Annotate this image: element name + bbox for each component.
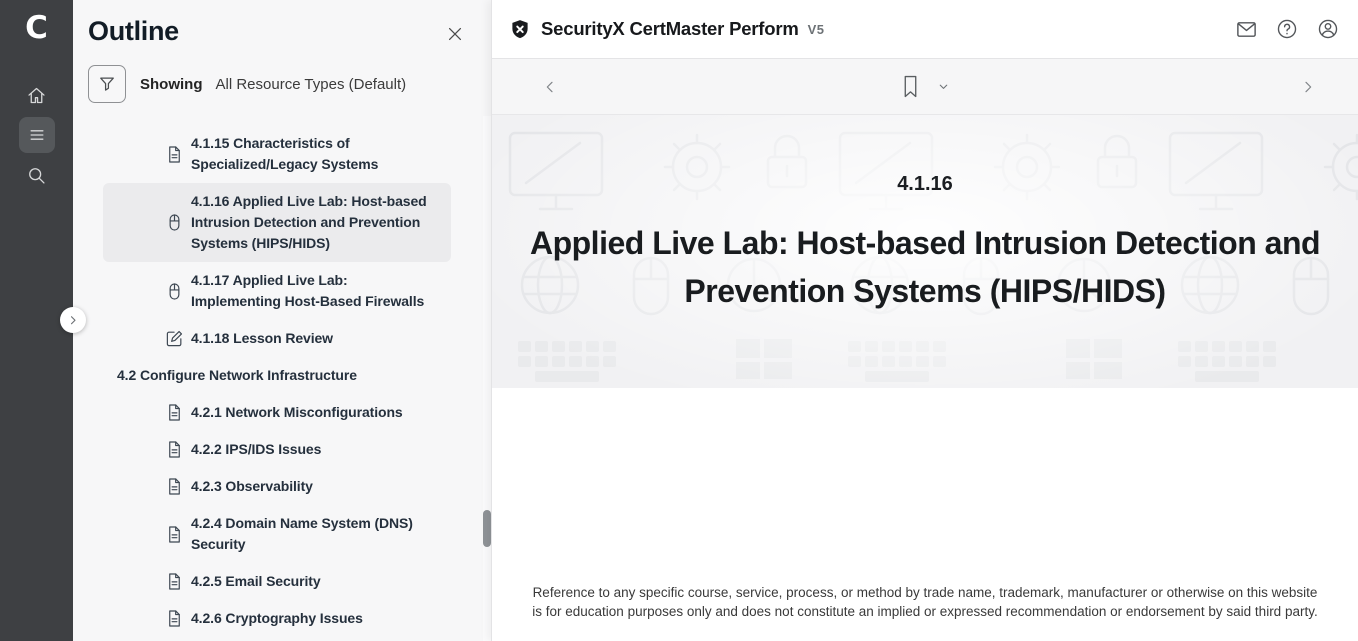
- filter-value: All Resource Types (Default): [216, 76, 407, 93]
- mail-icon: [1235, 18, 1258, 41]
- sidebar-item-search[interactable]: [19, 157, 55, 193]
- outline-item[interactable]: 4.2 Configure Network Infrastructure: [117, 357, 477, 394]
- shield-icon: [509, 18, 531, 41]
- brand: SecurityX CertMaster Perform V5: [509, 18, 825, 41]
- outline-title: Outline: [88, 16, 179, 47]
- outline-item-label: 4.2.3 Observability: [191, 476, 313, 497]
- outline-item[interactable]: 4.2.4 Domain Name System (DNS) Security: [103, 505, 451, 563]
- outline-item-label: 4.2.1 Network Misconfigurations: [191, 402, 403, 423]
- collapse-panel-button[interactable]: [60, 307, 86, 333]
- home-icon: [26, 85, 47, 106]
- outline-item-label: 4.2.2 IPS/IDS Issues: [191, 439, 321, 460]
- close-outline-button[interactable]: [443, 22, 467, 46]
- account-button[interactable]: [1316, 17, 1340, 41]
- previous-page-button[interactable]: [530, 59, 570, 115]
- bookmark-group: [901, 75, 950, 98]
- outline-panel: Outline Showing All Resource Types (Defa…: [73, 0, 491, 641]
- outline-item-label: 4.1.16 Applied Live Lab: Host-based Intr…: [191, 191, 441, 254]
- lesson-title: Applied Live Lab: Host-based Intrusion D…: [495, 219, 1355, 315]
- chevron-down-icon: [937, 80, 950, 93]
- disclaimer-text: Reference to any specific course, servic…: [530, 584, 1320, 621]
- close-icon: [445, 24, 465, 44]
- outline-item[interactable]: 4.1.15 Characteristics of Specialized/Le…: [103, 125, 451, 183]
- document-icon: [165, 145, 184, 164]
- filter-showing-label: Showing: [140, 76, 203, 93]
- account-icon: [1317, 18, 1339, 40]
- outline-list: 4.1.15 Characteristics of Specialized/Le…: [73, 125, 491, 637]
- sidebar-nav: [19, 77, 55, 197]
- outline-item[interactable]: 4.1.18 Lesson Review: [103, 320, 451, 357]
- outline-item-label: 4.2.6 Cryptography Issues: [191, 608, 363, 629]
- outline-scrollbar-track: [483, 116, 491, 641]
- lesson-nav-bar: [492, 59, 1358, 115]
- lesson-number: 4.1.16: [492, 115, 1358, 196]
- document-icon: [165, 525, 184, 544]
- messages-button[interactable]: [1234, 17, 1258, 41]
- app-title: SecurityX CertMaster Perform: [541, 18, 799, 40]
- outline-item-label: 4.1.17 Applied Live Lab: Implementing Ho…: [191, 270, 441, 312]
- main-content: SecurityX CertMaster Perform V5: [491, 0, 1358, 641]
- filter-button[interactable]: [88, 65, 126, 103]
- mouse-icon: [165, 213, 184, 232]
- lesson-hero: 4.1.16 Applied Live Lab: Host-based Intr…: [492, 115, 1358, 388]
- outline-scrollbar-thumb[interactable]: [483, 510, 491, 547]
- app-header: SecurityX CertMaster Perform V5: [492, 0, 1358, 59]
- chevron-right-icon: [1300, 79, 1316, 95]
- chevron-right-icon: [67, 314, 79, 326]
- outline-item-label: 4.2 Configure Network Infrastructure: [117, 365, 357, 386]
- outline-item[interactable]: 4.2.2 IPS/IDS Issues: [103, 431, 451, 468]
- outline-item-label: 4.1.18 Lesson Review: [191, 328, 333, 349]
- outline-header: Outline: [73, 0, 491, 47]
- bookmark-button[interactable]: [901, 75, 920, 98]
- comptia-logo[interactable]: C: [25, 9, 48, 47]
- filter-row: Showing All Resource Types (Default): [88, 65, 491, 103]
- outline-item-label: 4.2.4 Domain Name System (DNS) Security: [191, 513, 441, 555]
- help-icon: [1276, 18, 1298, 40]
- header-actions: [1217, 17, 1340, 41]
- document-icon: [165, 572, 184, 591]
- filter-icon: [97, 74, 117, 94]
- edit-icon: [165, 329, 184, 348]
- document-icon: [165, 609, 184, 628]
- help-button[interactable]: [1275, 17, 1299, 41]
- sidebar-item-outline[interactable]: [19, 117, 55, 153]
- sidebar-item-home[interactable]: [19, 77, 55, 113]
- next-page-button[interactable]: [1288, 59, 1328, 115]
- mouse-icon: [165, 282, 184, 301]
- bookmark-icon: [901, 75, 920, 98]
- outline-item-label: 4.1.15 Characteristics of Specialized/Le…: [191, 133, 441, 175]
- outline-item[interactable]: 4.2.5 Email Security: [103, 563, 451, 600]
- lesson-body: Reference to any specific course, servic…: [492, 388, 1358, 641]
- bookmark-menu-button[interactable]: [937, 80, 950, 93]
- chevron-left-icon: [542, 79, 558, 95]
- search-icon: [26, 165, 47, 186]
- document-icon: [165, 440, 184, 459]
- outline-item[interactable]: 4.2.6 Cryptography Issues: [103, 600, 451, 637]
- outline-item[interactable]: 4.2.3 Observability: [103, 468, 451, 505]
- outline-item[interactable]: 4.2.1 Network Misconfigurations: [103, 394, 451, 431]
- menu-icon: [27, 125, 47, 145]
- document-icon: [165, 403, 184, 422]
- document-icon: [165, 477, 184, 496]
- app-root: C Outline: [0, 0, 1358, 641]
- outline-item[interactable]: 4.1.16 Applied Live Lab: Host-based Intr…: [103, 183, 451, 262]
- outline-item-label: 4.2.5 Email Security: [191, 571, 321, 592]
- version-badge: V5: [808, 22, 825, 37]
- outline-item[interactable]: 4.1.17 Applied Live Lab: Implementing Ho…: [103, 262, 451, 320]
